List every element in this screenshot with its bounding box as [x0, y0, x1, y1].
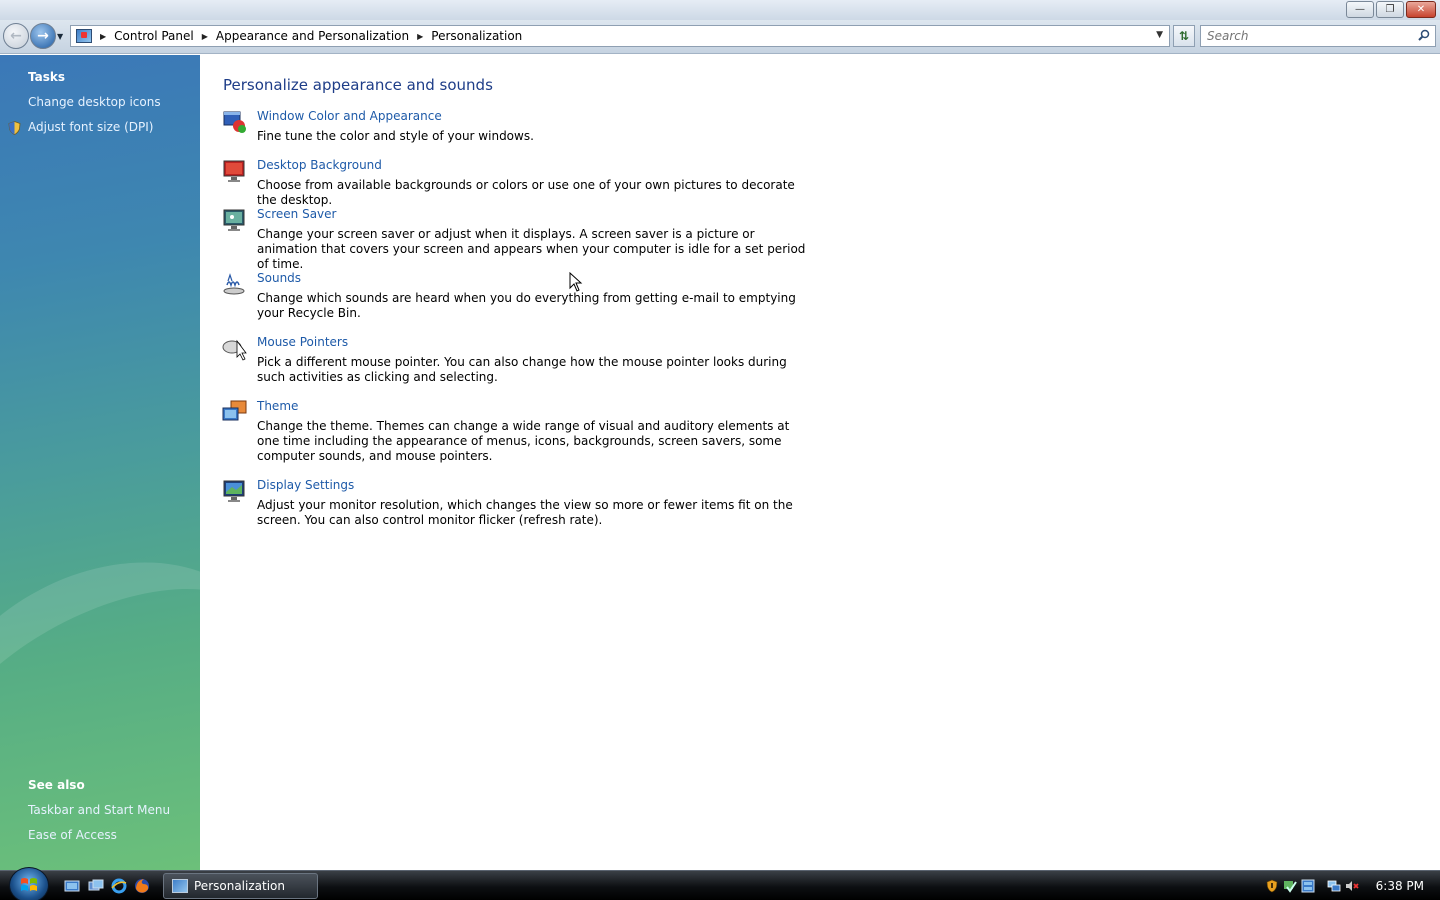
search-icon[interactable] [1418, 29, 1430, 41]
screen-saver-icon [223, 209, 245, 231]
windows-sidebar-icon[interactable] [1301, 879, 1315, 893]
theme-link[interactable]: Theme [257, 399, 298, 413]
breadcrumb-personalization[interactable]: Personalization [431, 29, 522, 43]
uac-shield-icon [8, 121, 21, 135]
volume-muted-icon[interactable] [1345, 879, 1359, 893]
close-icon: ✕ [1416, 4, 1426, 15]
screen-saver-link[interactable]: Screen Saver [257, 207, 336, 221]
mouse-cursor-icon [569, 272, 583, 292]
window-color-and-appearance-link[interactable]: Window Color and Appearance [257, 109, 442, 123]
recent-pages-dropdown-icon[interactable]: ▼ [57, 32, 63, 41]
maximize-button[interactable]: ❐ [1376, 1, 1404, 18]
sounds-link[interactable]: Sounds [257, 271, 301, 285]
item-description: Adjust your monitor resolution, which ch… [257, 498, 793, 527]
network-icon[interactable] [1327, 879, 1341, 893]
windows-logo-icon [21, 878, 37, 891]
search-input[interactable] [1201, 26, 1401, 46]
taskbar-button-label: Personalization [194, 879, 285, 893]
internet-explorer-icon[interactable] [111, 878, 127, 894]
item-description: Change your screen saver or adjust when … [257, 227, 806, 271]
display-settings-link[interactable]: Display Settings [257, 478, 354, 492]
update-checkmark-icon[interactable] [1283, 879, 1297, 893]
mouse-pointers-link[interactable]: Mouse Pointers [257, 335, 348, 349]
minimize-icon: — [1355, 4, 1365, 15]
start-button[interactable] [9, 867, 49, 900]
item-description: Change which sounds are heard when you d… [257, 291, 796, 320]
breadcrumb-separator-icon[interactable]: ▶ [100, 32, 106, 41]
address-dropdown-icon[interactable]: ▼ [1156, 30, 1163, 40]
address-bar[interactable]: ▶ Control Panel ▶ Appearance and Persona… [70, 25, 1170, 47]
adjust-font-size-link[interactable]: Adjust font size (DPI) [28, 120, 153, 134]
taskbar-button-personalization[interactable]: Personalization [163, 873, 318, 899]
security-alert-icon[interactable] [1265, 879, 1279, 893]
theme-icon [222, 400, 247, 421]
control-panel-icon [76, 29, 92, 43]
navigation-bar: ← → ▼ ▶ Control Panel ▶ Appearance and P… [0, 20, 1440, 54]
display-settings-icon [223, 480, 245, 502]
refresh-button[interactable]: ⇅ [1173, 25, 1195, 47]
back-arrow-icon: ← [10, 28, 22, 44]
window-controls: — ❐ ✕ [1346, 1, 1436, 18]
show-desktop-icon[interactable] [64, 878, 80, 894]
refresh-icon: ⇅ [1178, 29, 1190, 43]
change-desktop-icons-link[interactable]: Change desktop icons [28, 95, 161, 109]
breadcrumb-appearance-and-personalization[interactable]: Appearance and Personalization [216, 29, 409, 43]
desktop-background-icon [223, 160, 245, 182]
forward-arrow-icon: → [37, 28, 49, 44]
search-box[interactable] [1200, 25, 1436, 47]
close-button[interactable]: ✕ [1406, 1, 1436, 18]
mouse-pointers-icon [222, 339, 247, 361]
back-button[interactable]: ← [3, 23, 29, 49]
item-description: Pick a different mouse pointer. You can … [257, 355, 787, 384]
breadcrumb-separator-icon[interactable]: ▶ [417, 32, 423, 41]
window-color-icon [223, 111, 246, 133]
taskbar: Personalization 6:38 PM [0, 867, 1440, 900]
breadcrumb-separator-icon[interactable]: ▶ [202, 32, 208, 41]
taskbar-and-start-menu-link[interactable]: Taskbar and Start Menu [28, 803, 170, 817]
sounds-icon [223, 273, 245, 295]
page-title: Personalize appearance and sounds [223, 76, 493, 94]
maximize-icon: ❐ [1385, 4, 1395, 15]
switch-windows-icon[interactable] [88, 878, 104, 894]
title-bar: — ❐ ✕ [0, 0, 1440, 20]
see-also-heading: See also [28, 778, 85, 792]
breadcrumb-control-panel[interactable]: Control Panel [114, 29, 194, 43]
item-description: Change the theme. Themes can change a wi… [257, 419, 790, 463]
firefox-icon[interactable] [134, 878, 150, 894]
tasks-heading: Tasks [28, 70, 66, 84]
item-description: Fine tune the color and style of your wi… [257, 129, 534, 143]
minimize-button[interactable]: — [1346, 1, 1374, 18]
forward-button[interactable]: → [30, 23, 56, 49]
main-content: Personalize appearance and sounds Window… [200, 55, 1440, 870]
control-panel-icon [172, 879, 188, 893]
ease-of-access-link[interactable]: Ease of Access [28, 828, 117, 842]
item-description: Choose from available backgrounds or col… [257, 178, 795, 207]
desktop-background-link[interactable]: Desktop Background [257, 158, 382, 172]
task-pane: Tasks Change desktop icons Adjust font s… [0, 55, 200, 870]
clock[interactable]: 6:38 PM [1376, 879, 1424, 893]
